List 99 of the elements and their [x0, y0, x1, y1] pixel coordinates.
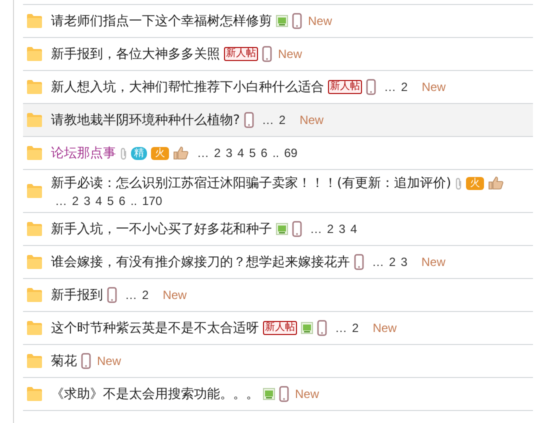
image-icon [263, 388, 275, 400]
mobile-phone-icon [81, 353, 91, 369]
page-link[interactable]: 170 [142, 194, 162, 208]
page-link[interactable]: … [384, 80, 396, 94]
folder-icon [27, 80, 42, 94]
thread-row[interactable]: 新手入坑，一不小心买了好多花和种子 … 2 3 4 [23, 212, 533, 245]
thread-title[interactable]: 新手报到 [51, 286, 103, 304]
mobile-phone-icon [292, 13, 302, 29]
mobile-phone-icon [366, 79, 376, 95]
new-member-tag: 新人帖 [263, 321, 297, 335]
mobile-phone-icon [317, 320, 327, 336]
folder-icon [27, 387, 42, 401]
page-link[interactable]: … [310, 222, 322, 236]
hot-badge: 火 [151, 146, 169, 160]
page-link[interactable]: 4 [350, 222, 358, 236]
new-label: New [295, 387, 320, 401]
folder-icon [27, 255, 42, 269]
page-link[interactable]: 2 [142, 288, 149, 302]
thread-row[interactable]: 菊花 New [23, 344, 533, 377]
page-link[interactable]: … [197, 146, 209, 160]
new-member-tag: 新人帖 [328, 80, 362, 94]
page-link[interactable]: … [55, 194, 67, 208]
thumbs-up-icon [173, 146, 189, 160]
image-icon [276, 223, 288, 235]
page-link[interactable]: 5 [249, 146, 256, 160]
page-link[interactable]: 3 [400, 255, 408, 269]
new-label: New [422, 80, 446, 94]
folder-icon [27, 47, 42, 61]
page-link[interactable]: … [262, 113, 274, 127]
new-label: New [372, 321, 397, 335]
new-label: New [421, 255, 446, 269]
thread-row[interactable]: 请教地栽半阴环境种种什么植物? … 2 New [23, 103, 533, 136]
new-label: New [300, 113, 324, 127]
thumbs-up-icon [488, 176, 504, 190]
thread-title[interactable]: 请教地栽半阴环境种种什么植物? [51, 111, 240, 129]
thread-row[interactable]: 论坛那点事 精 火 … 2 3 4 5 6 .. 69 [23, 136, 533, 169]
folder-icon [27, 321, 42, 335]
folder-icon [27, 184, 42, 198]
page-link[interactable]: 4 [95, 194, 102, 208]
thread-title[interactable]: 谁会嫁接，有没有推介嫁接刀的？想学起来嫁接花卉 [51, 253, 350, 271]
mobile-phone-icon [292, 221, 302, 237]
thread-row[interactable]: 新手报到，各位大神多多关照 新人帖 New [23, 37, 533, 70]
page-link[interactable]: … [335, 321, 347, 335]
page-link[interactable]: 2 [214, 146, 221, 160]
thread-title[interactable]: 新人想入坑，大神们帮忙推荐下小白种什么适合 [51, 78, 324, 96]
folder-icon [27, 354, 42, 368]
page-link[interactable]: 5 [107, 194, 114, 208]
thread-row[interactable]: 新手必读：怎么识别江苏宿迁沐阳骗子卖家！！！(有更新：追加评价) 火 … 2 3 4 5 6 .. 170 [23, 169, 533, 212]
mobile-phone-icon [244, 112, 254, 128]
page-link[interactable]: 2 [401, 80, 408, 94]
image-icon [301, 322, 313, 334]
new-label: New [278, 47, 302, 61]
thread-row[interactable]: 新手报到 … 2 New [23, 278, 533, 311]
page-link[interactable]: 69 [284, 146, 298, 160]
mobile-phone-icon [279, 386, 289, 402]
hot-badge: 火 [466, 176, 484, 190]
thread-title[interactable]: 新手报到，各位大神多多关照 [51, 45, 220, 63]
thread-title[interactable]: 《求助》不是太会用搜索功能。。。 [51, 385, 259, 403]
thread-title[interactable]: 这个时节种紫云英是不是不太合适呀 [51, 319, 259, 337]
page-link[interactable]: .. [130, 194, 138, 208]
mobile-phone-icon [262, 46, 272, 62]
page-link[interactable]: 3 [338, 222, 346, 236]
page-link[interactable]: 2 [278, 113, 286, 127]
page-link[interactable]: 2 [327, 222, 334, 236]
page-link[interactable]: .. [272, 146, 280, 160]
thread-row[interactable]: 谁会嫁接，有没有推介嫁接刀的？想学起来嫁接花卉 … 2 3 New [23, 245, 533, 278]
thread-row[interactable]: 这个时节种紫云英是不是不太合适呀 新人帖 … 2 New [23, 311, 533, 344]
page-link[interactable]: 2 [389, 255, 396, 269]
mobile-phone-icon [107, 287, 117, 303]
paperclip-icon [120, 146, 127, 160]
new-label: New [97, 354, 122, 368]
mobile-phone-icon [354, 254, 364, 270]
thread-title[interactable]: 新手必读：怎么识别江苏宿迁沐阳骗子卖家！！！(有更新：追加评价) [51, 174, 452, 192]
page-link[interactable]: 6 [118, 194, 126, 208]
new-label: New [162, 288, 187, 302]
folder-icon [27, 288, 42, 302]
digest-badge: 精 [131, 146, 147, 160]
folder-icon [27, 14, 42, 28]
new-member-tag: 新人帖 [224, 47, 258, 61]
new-label: New [308, 14, 332, 28]
page-link[interactable]: 2 [72, 194, 79, 208]
image-icon [276, 15, 288, 27]
thread-row[interactable]: 请老师们指点一下这个幸福树怎样修剪 New [23, 4, 533, 37]
page-link[interactable]: 4 [237, 146, 244, 160]
page-link[interactable]: 3 [226, 146, 232, 160]
thread-row[interactable]: 《求助》不是太会用搜索功能。。。 New [23, 377, 533, 411]
thread-title[interactable]: 菊花 [51, 352, 77, 370]
page-link[interactable]: 6 [260, 146, 268, 160]
folder-icon [27, 146, 42, 160]
page-link[interactable]: … [125, 288, 137, 302]
thread-title[interactable]: 论坛那点事 [51, 144, 116, 162]
page-link[interactable]: 3 [84, 194, 90, 208]
page-link[interactable]: 2 [352, 321, 359, 335]
thread-title[interactable]: 请老师们指点一下这个幸福树怎样修剪 [51, 12, 272, 30]
page-link[interactable]: … [372, 255, 384, 269]
folder-icon [27, 222, 42, 236]
thread-title[interactable]: 新手入坑，一不小心买了好多花和种子 [51, 220, 272, 238]
folder-icon [27, 113, 42, 127]
paperclip-icon [455, 176, 462, 190]
